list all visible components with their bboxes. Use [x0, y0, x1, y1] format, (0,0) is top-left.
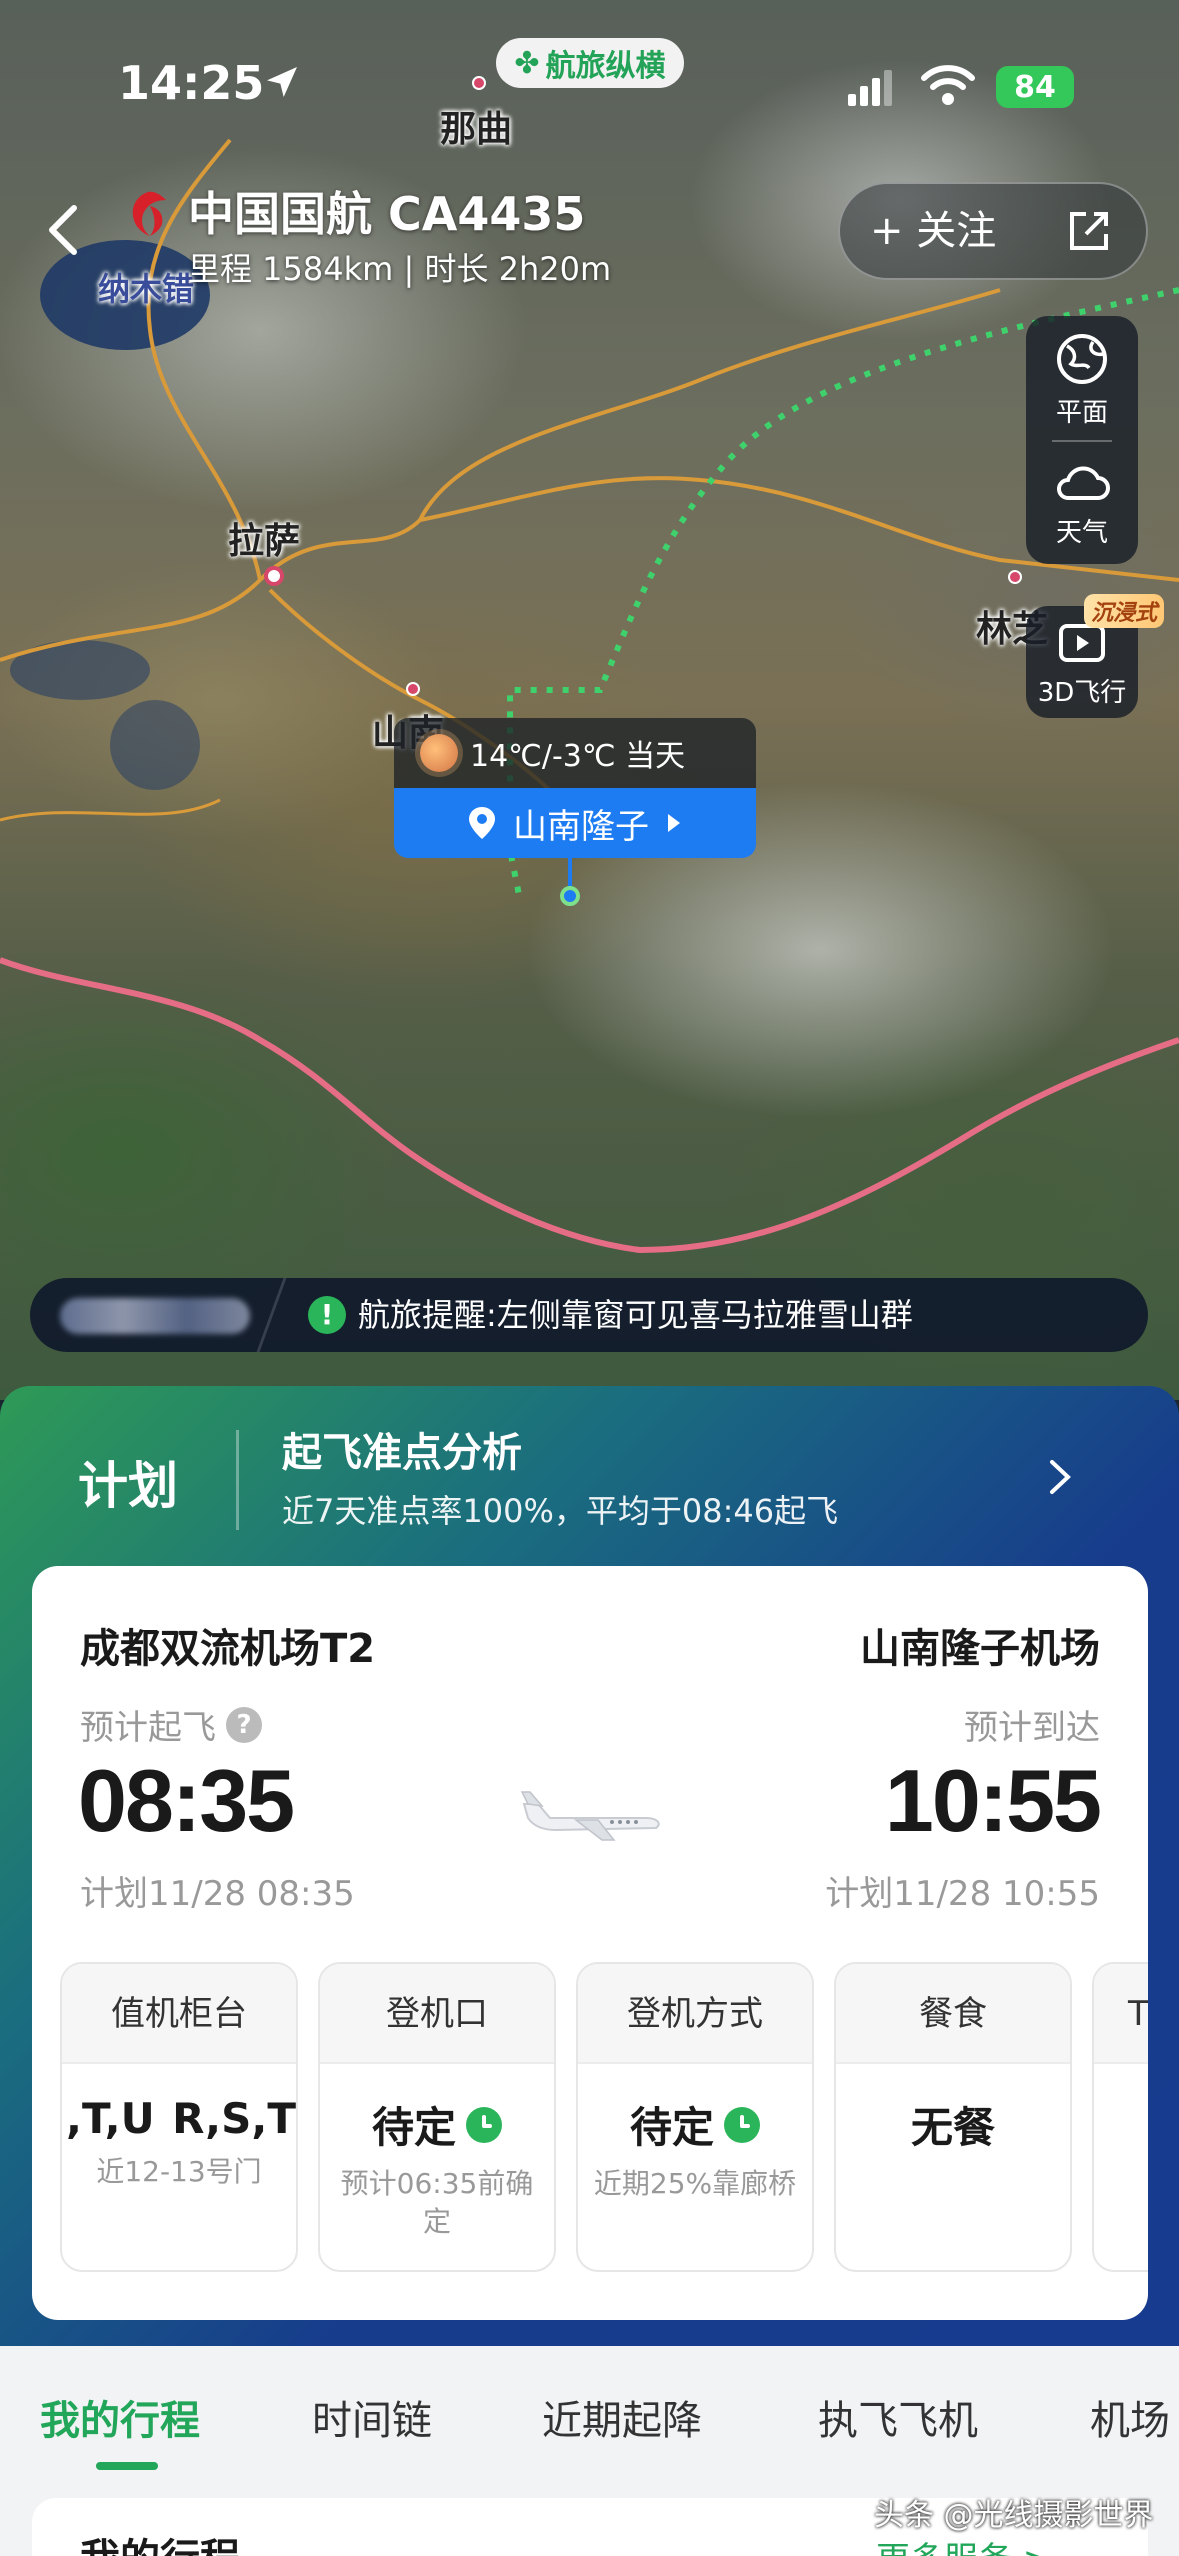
tab-recent-flights[interactable]: 近期起降 [542, 2388, 702, 2446]
departure-time: 08:35 [78, 1751, 295, 1850]
airplane-icon [520, 1791, 660, 1841]
more-info-card[interactable]: T [1092, 1962, 1148, 2272]
map-tool-panel: 平面 天气 [1026, 316, 1138, 564]
flight-time-card: 成都双流机场T2 山南隆子机场 预计起飞 ? 预计到达 08:35 10:55 … [32, 1566, 1148, 2320]
card-heading: 登机口 [320, 1964, 554, 2064]
departure-scheduled: 计划11/28 08:35 [80, 1874, 355, 1914]
card-heading: T [1094, 1964, 1148, 2064]
card-heading: 餐食 [836, 1964, 1070, 2064]
info-cards-row[interactable]: 值机柜台 ,T,U R,S,T 近12-13号门 登机口 待定 预计06:35前… [60, 1962, 1148, 2274]
arrival-airport[interactable]: 山南隆子机场 [860, 1616, 1100, 1674]
meal-card[interactable]: 餐食 无餐 [834, 1962, 1072, 2272]
air-china-logo-icon [132, 191, 166, 236]
card-value: 待定 [578, 2094, 812, 2155]
tab-my-trip[interactable]: 我的行程 [40, 2388, 200, 2446]
destination-marker [560, 886, 580, 906]
destination-name: 山南隆子 [513, 806, 649, 847]
arrival-scheduled: 计划11/28 10:55 [825, 1874, 1100, 1914]
card-value-right: R,S,T [172, 2094, 296, 2143]
blurred-text [60, 1298, 250, 1334]
card-value-left: ,T,U [66, 2094, 155, 2143]
clock-icon [466, 2106, 502, 2143]
follow-button[interactable]: + 关注 [870, 184, 996, 278]
location-arrow-icon [267, 67, 297, 97]
city-marker [406, 682, 420, 696]
card-note: 近期25%靠廊桥 [593, 2167, 797, 2200]
destination-button[interactable]: 山南隆子 [394, 788, 756, 858]
card-note: 近12-13号门 [96, 2155, 262, 2188]
card-heading: 值机柜台 [62, 1964, 296, 2064]
cell-signal-icon [848, 70, 892, 106]
departure-label: 预计起飞 ? [80, 1700, 262, 1749]
tab-timeline[interactable]: 时间链 [312, 2388, 432, 2446]
flat-view-button[interactable]: 平面 [1026, 332, 1138, 429]
flight-meta: 里程 1584km | 时长 2h20m [188, 250, 612, 288]
departure-airport[interactable]: 成都双流机场T2 [80, 1616, 375, 1674]
caret-right-icon [668, 814, 680, 832]
weather-text: 14℃/-3℃ 当天 [470, 739, 686, 774]
card-value: 待定 [320, 2094, 554, 2155]
trip-title: 我的行程 [80, 2526, 240, 2556]
card-value-text: 待定 [629, 2103, 714, 2152]
travel-reminder-banner[interactable]: ! 航旅提醒:左侧靠窗可见喜马拉雅雪山群 [30, 1278, 1148, 1352]
cloud-icon [1057, 466, 1110, 500]
tab-airport[interactable]: 机场 [1090, 2388, 1170, 2446]
card-heading: 登机方式 [578, 1964, 812, 2064]
app-logo-icon: ✤ [514, 45, 540, 81]
status-bar: 14:25 ✤ 航旅纵横 84 [0, 0, 1179, 170]
arrival-time: 10:55 [884, 1751, 1102, 1850]
map-label-namtso: 纳木错 [98, 270, 195, 308]
back-button[interactable] [40, 200, 90, 260]
wifi-icon [921, 65, 975, 105]
arrival-label: 预计到达 [964, 1708, 1100, 1748]
card-value-text: 待定 [371, 2103, 456, 2152]
play-video-icon [1059, 624, 1105, 662]
departure-label-text: 预计起飞 [80, 1708, 216, 1748]
flat-view-label: 平面 [1055, 398, 1108, 428]
battery-level: 84 [1014, 69, 1056, 105]
punctuality-title: 起飞准点分析 [282, 1430, 522, 1476]
3d-flight-label: 3D飞行 [1037, 678, 1127, 708]
weather-label: 天气 [1055, 518, 1108, 548]
watermark: 头条 @光线摄影世界 [874, 2498, 1154, 2533]
boarding-gate-card[interactable]: 登机口 待定 预计06:35前确定 [318, 1962, 556, 2272]
lhasa-marker[interactable] [264, 566, 284, 586]
brand-pill: ✤ 航旅纵横 [496, 38, 684, 88]
alert-icon: ! [308, 1296, 346, 1334]
brand-name: 航旅纵横 [545, 49, 666, 84]
boarding-method-card[interactable]: 登机方式 待定 近期25%靠廊桥 [576, 1962, 814, 2272]
help-icon[interactable]: ? [226, 1706, 262, 1743]
header-actions: + 关注 [838, 182, 1148, 280]
more-services-link[interactable]: 更多服务 > [876, 2532, 1051, 2556]
clock: 14:25 [118, 56, 265, 110]
flight-title: 中国国航 CA4435 [188, 187, 586, 241]
immersive-badge: 沉浸式 [1084, 594, 1164, 628]
card-value: 无餐 [910, 2103, 995, 2152]
battery-indicator: 84 [996, 66, 1074, 108]
card-value: ,T,U R,S,T [62, 2094, 296, 2143]
bottom-section: 我的行程 时间链 近期起降 执飞飞机 机场 我的行程 更多服务 > 头条 @光线… [0, 2346, 1179, 2556]
active-tab-indicator [96, 2462, 158, 2470]
location-pin-icon [469, 807, 495, 839]
divider [1052, 440, 1112, 442]
card-note: 预计06:35前确定 [340, 2167, 534, 2238]
clock-icon [724, 2106, 760, 2143]
divider [236, 1430, 239, 1530]
chevron-right-icon[interactable] [1040, 1452, 1080, 1502]
weather-info: 14℃/-3℃ 当天 [394, 718, 756, 788]
reminder-text: 航旅提醒:左侧靠窗可见喜马拉雅雪山群 [358, 1296, 913, 1334]
divider [256, 1278, 287, 1352]
punctuality-subtitle: 近7天准点率100%，平均于08:46起飞 [282, 1492, 839, 1530]
sun-icon [420, 734, 458, 772]
map-label-lhasa: 拉萨 [228, 521, 301, 562]
plan-label: 计划 [78, 1457, 178, 1515]
weather-layer-button[interactable]: 天气 [1026, 456, 1138, 549]
tab-aircraft[interactable]: 执飞飞机 [818, 2388, 978, 2446]
share-icon[interactable] [1066, 208, 1112, 254]
city-marker [1008, 570, 1022, 584]
checkin-counter-card[interactable]: 值机柜台 ,T,U R,S,T 近12-13号门 [60, 1962, 298, 2272]
globe-icon [1057, 334, 1107, 384]
